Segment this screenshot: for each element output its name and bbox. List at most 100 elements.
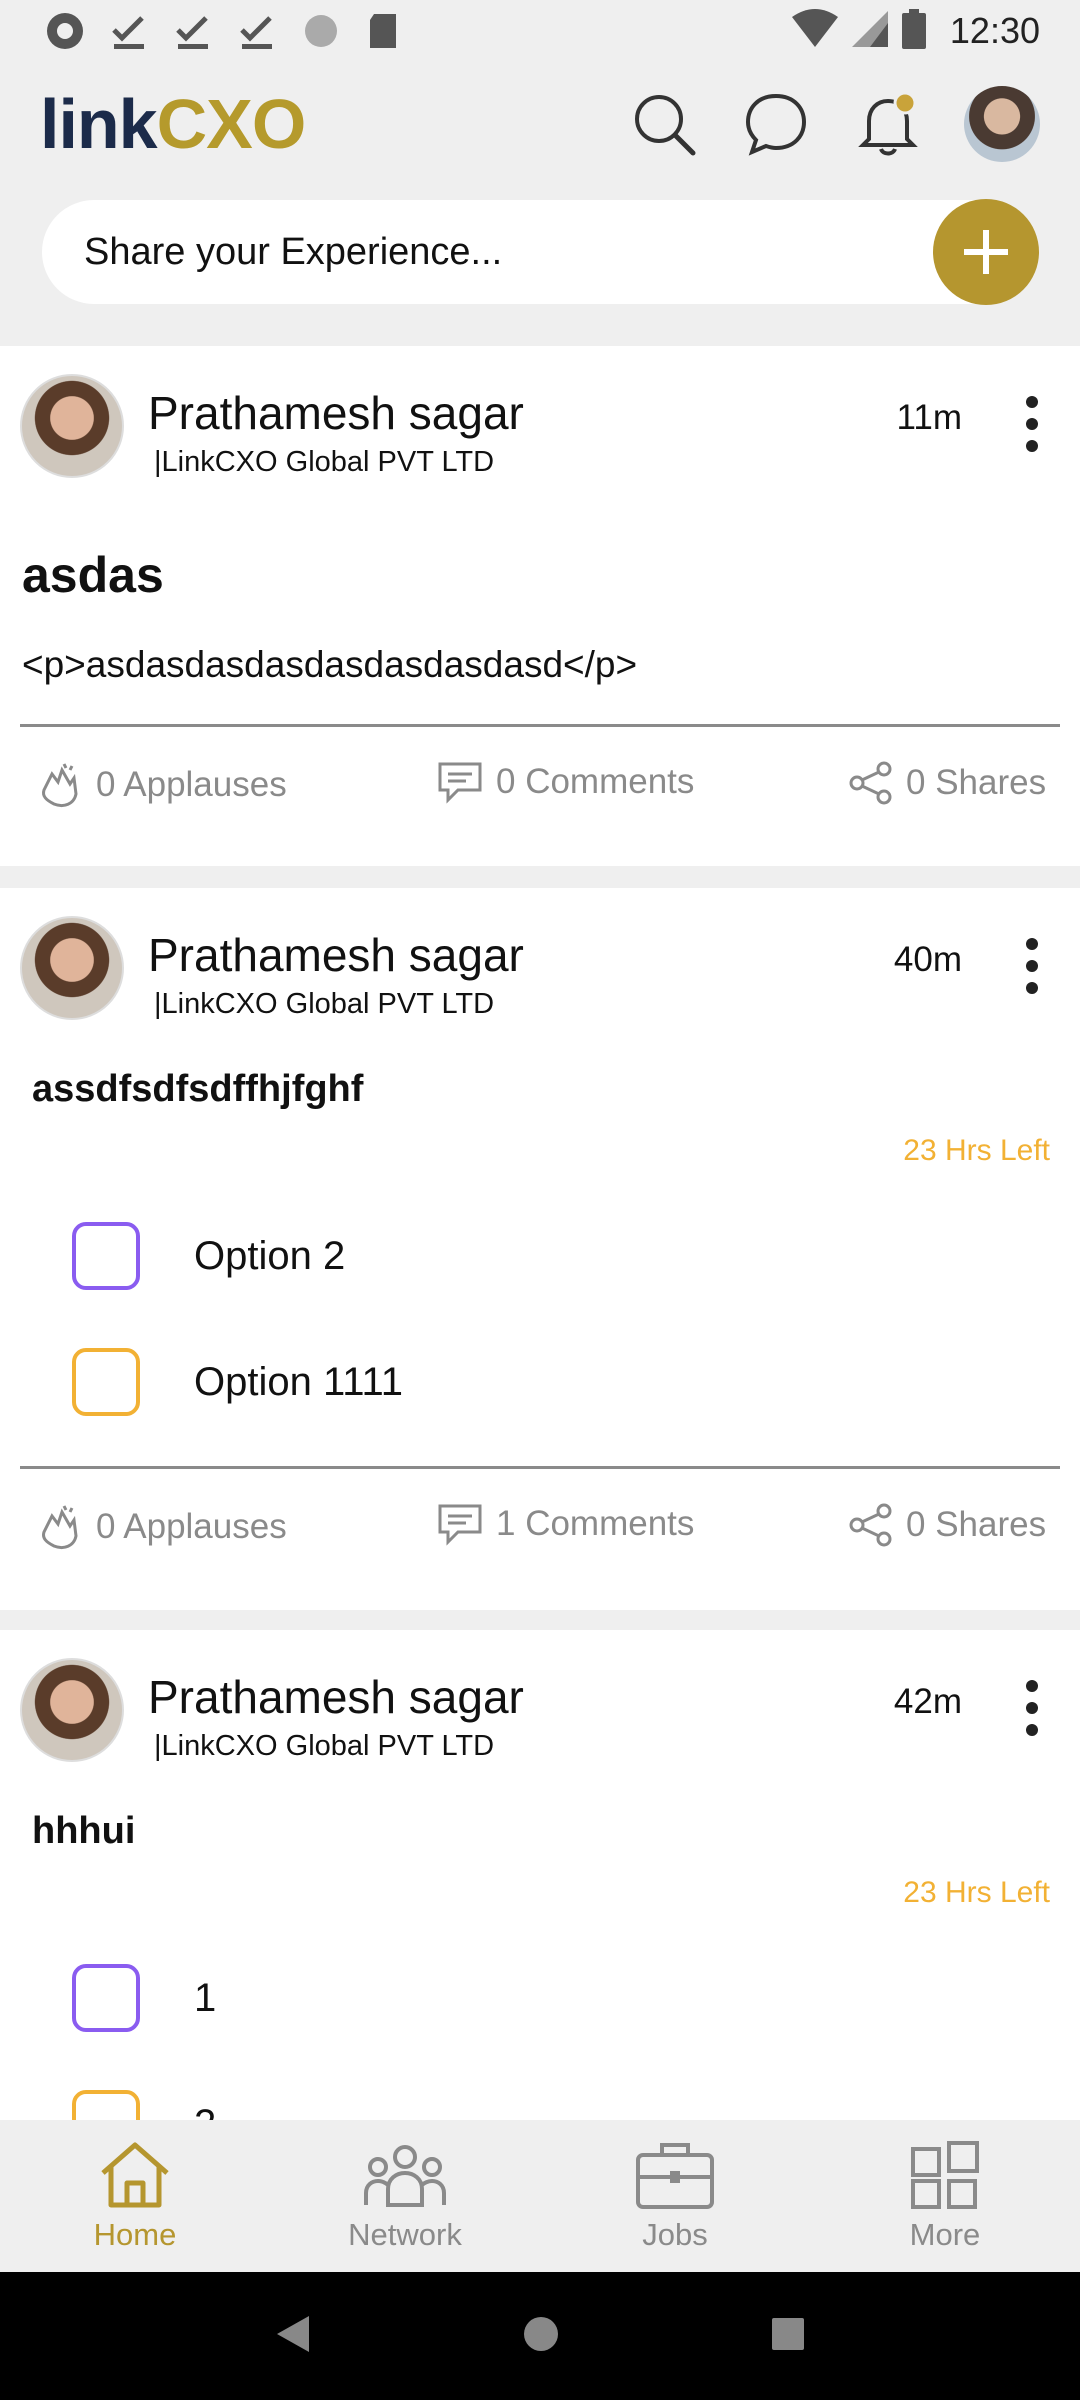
author-company: |LinkCXO Global PVT LTD bbox=[154, 1730, 495, 1762]
comment-count: 0 Comments bbox=[496, 762, 695, 801]
poll-option[interactable]: Option 1111 bbox=[72, 1348, 403, 1416]
poll-time-left: 23 Hrs Left bbox=[903, 1134, 1050, 1167]
applause-button[interactable]: 0 Applauses bbox=[34, 760, 287, 810]
recents-icon[interactable] bbox=[771, 2317, 805, 2356]
download-done-icon bbox=[108, 10, 150, 52]
checkbox-icon[interactable] bbox=[72, 1964, 140, 2032]
search-icon[interactable] bbox=[628, 88, 700, 160]
post-time: 11m bbox=[896, 398, 963, 437]
network-icon bbox=[364, 2145, 446, 2207]
divider bbox=[20, 1466, 1060, 1469]
post-header: Prathamesh sagar |LinkCXO Global PVT LTD… bbox=[0, 346, 1080, 478]
nav-label: Home bbox=[93, 2217, 177, 2252]
sd-card-icon bbox=[364, 10, 406, 52]
poll-option-label: Option 2 bbox=[194, 1233, 346, 1278]
more-options-icon[interactable] bbox=[1020, 938, 1044, 994]
post-body: <p>asdasdasdasdasdasdasdasd</p> bbox=[22, 644, 638, 685]
checkbox-icon[interactable] bbox=[72, 1222, 140, 1290]
more-options-icon[interactable] bbox=[1020, 396, 1044, 452]
nav-home[interactable]: Home bbox=[0, 2120, 270, 2272]
briefcase-icon bbox=[636, 2143, 714, 2209]
share-experience-input[interactable]: Share your Experience... bbox=[42, 199, 1039, 305]
post-title: asdas bbox=[22, 547, 164, 603]
checkbox-icon[interactable] bbox=[72, 1348, 140, 1416]
more-options-icon[interactable] bbox=[1020, 1680, 1044, 1736]
comment-icon bbox=[438, 762, 482, 804]
share-count: 0 Shares bbox=[906, 763, 1047, 802]
back-icon[interactable] bbox=[275, 2314, 311, 2359]
post-actions: 0 Applauses 0 Comments 0 Shares bbox=[0, 760, 1080, 840]
author-avatar[interactable] bbox=[20, 374, 124, 478]
sync-icon bbox=[300, 10, 342, 52]
poll-option[interactable]: 1 bbox=[72, 1964, 216, 2032]
nav-jobs[interactable]: Jobs bbox=[540, 2120, 810, 2272]
poll-option[interactable]: 2 bbox=[72, 2090, 216, 2120]
poll-option-label: Option 1111 bbox=[194, 1359, 404, 1404]
profile-avatar[interactable] bbox=[964, 86, 1040, 162]
app-header: link CXO bbox=[0, 62, 1080, 186]
system-navigation-bar bbox=[0, 2272, 1080, 2400]
divider bbox=[20, 724, 1060, 727]
applause-button[interactable]: 0 Applauses bbox=[34, 1502, 287, 1552]
download-done-icon bbox=[172, 10, 214, 52]
chat-icon[interactable] bbox=[740, 88, 812, 160]
comment-button[interactable]: 0 Comments bbox=[436, 760, 694, 804]
share-button[interactable]: 0 Shares bbox=[848, 760, 1046, 806]
download-done-icon bbox=[236, 10, 278, 52]
share-button[interactable]: 0 Shares bbox=[848, 1502, 1046, 1548]
post-actions: 0 Applauses 1 Comments 0 Shares bbox=[0, 1502, 1080, 1582]
applause-count: 0 Applauses bbox=[96, 1507, 287, 1546]
nav-label: More bbox=[909, 2217, 981, 2252]
comment-button[interactable]: 1 Comments bbox=[436, 1502, 694, 1546]
feed-post: Prathamesh sagar |LinkCXO Global PVT LTD… bbox=[0, 346, 1080, 866]
status-time: 12:30 bbox=[949, 10, 1040, 51]
nav-label: Network bbox=[348, 2217, 462, 2252]
status-bar: 12:30 bbox=[0, 0, 1080, 62]
poll-time-left: 23 Hrs Left bbox=[903, 1876, 1050, 1909]
post-header: Prathamesh sagar |LinkCXO Global PVT LTD… bbox=[0, 1630, 1080, 1762]
poll-question: hhhui bbox=[32, 1810, 136, 1852]
author-name[interactable]: Prathamesh sagar bbox=[148, 1670, 524, 1724]
clap-icon bbox=[42, 763, 78, 808]
post-time: 42m bbox=[893, 1682, 962, 1721]
logo-text-link: link bbox=[40, 85, 158, 163]
bottom-navigation: Home Network Jobs More bbox=[0, 2120, 1080, 2272]
app-notification-icon bbox=[44, 10, 86, 52]
plus-icon bbox=[964, 230, 1008, 274]
poll-option[interactable]: Option 2 bbox=[72, 1222, 345, 1290]
share-icon bbox=[849, 1503, 892, 1547]
add-post-button[interactable] bbox=[933, 199, 1039, 305]
nav-more[interactable]: More bbox=[810, 2120, 1080, 2272]
author-avatar[interactable] bbox=[20, 1658, 124, 1762]
checkbox-icon[interactable] bbox=[72, 2090, 140, 2120]
nav-network[interactable]: Network bbox=[270, 2120, 540, 2272]
author-company: |LinkCXO Global PVT LTD bbox=[154, 446, 495, 478]
author-company: |LinkCXO Global PVT LTD bbox=[154, 988, 495, 1020]
logo-text-cxo: CXO bbox=[156, 85, 307, 163]
applause-count: 0 Applauses bbox=[96, 765, 287, 804]
post-header: Prathamesh sagar |LinkCXO Global PVT LTD… bbox=[0, 888, 1080, 1020]
poll-option-label: 1 bbox=[194, 1975, 217, 2020]
home-button-icon[interactable] bbox=[522, 2315, 560, 2358]
share-icon bbox=[849, 761, 892, 805]
nav-label: Jobs bbox=[642, 2217, 708, 2252]
home-icon bbox=[101, 2142, 169, 2208]
battery-icon bbox=[901, 8, 926, 54]
comment-count: 1 Comments bbox=[496, 1504, 695, 1543]
poll-question: assdfsdfsdffhjfghf bbox=[32, 1068, 364, 1110]
author-name[interactable]: Prathamesh sagar bbox=[148, 928, 524, 982]
share-count: 0 Shares bbox=[906, 1505, 1047, 1544]
author-name[interactable]: Prathamesh sagar bbox=[148, 386, 524, 440]
author-avatar[interactable] bbox=[20, 916, 124, 1020]
signal-icon bbox=[851, 9, 888, 54]
poll-option-label: 2 bbox=[194, 2102, 216, 2121]
share-placeholder: Share your Experience... bbox=[84, 230, 503, 273]
bell-icon[interactable] bbox=[852, 88, 924, 160]
wifi-icon bbox=[791, 8, 838, 54]
comment-icon bbox=[438, 1504, 482, 1546]
poll-post: Prathamesh sagar |LinkCXO Global PVT LTD… bbox=[0, 1630, 1080, 2120]
poll-post: Prathamesh sagar |LinkCXO Global PVT LTD… bbox=[0, 888, 1080, 1610]
grid-icon bbox=[911, 2141, 979, 2209]
post-time: 40m bbox=[893, 940, 962, 979]
linkcxo-logo[interactable]: link CXO bbox=[40, 84, 307, 164]
